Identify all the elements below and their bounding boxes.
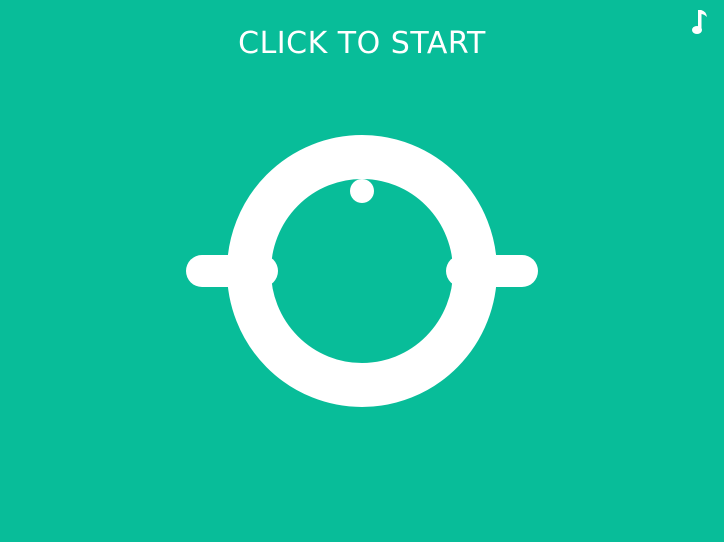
ball xyxy=(350,179,374,203)
game-area[interactable] xyxy=(0,0,724,542)
